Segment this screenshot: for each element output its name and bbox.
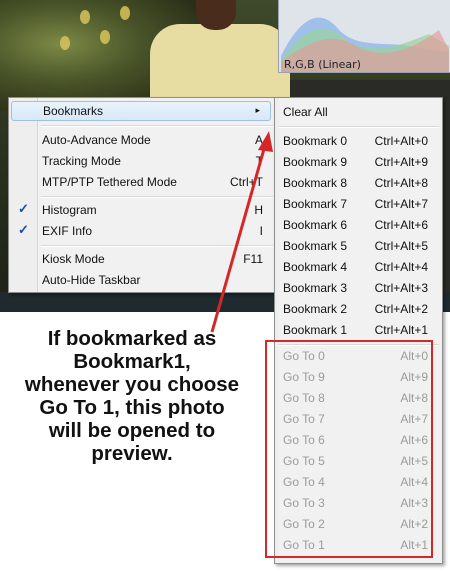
callout-line: Go To 1, this photo [39,396,225,419]
callout-line: preview. [91,442,173,465]
callout-line: whenever you choose [24,373,240,396]
callout-line: If bookmarked as [47,327,217,350]
callout-line: will be opened to [48,419,216,442]
annotation-callout: If bookmarked as Bookmark1, whenever you… [6,327,258,465]
callout-line: Bookmark1, [73,350,191,373]
annotation-arrow-icon [210,131,273,333]
